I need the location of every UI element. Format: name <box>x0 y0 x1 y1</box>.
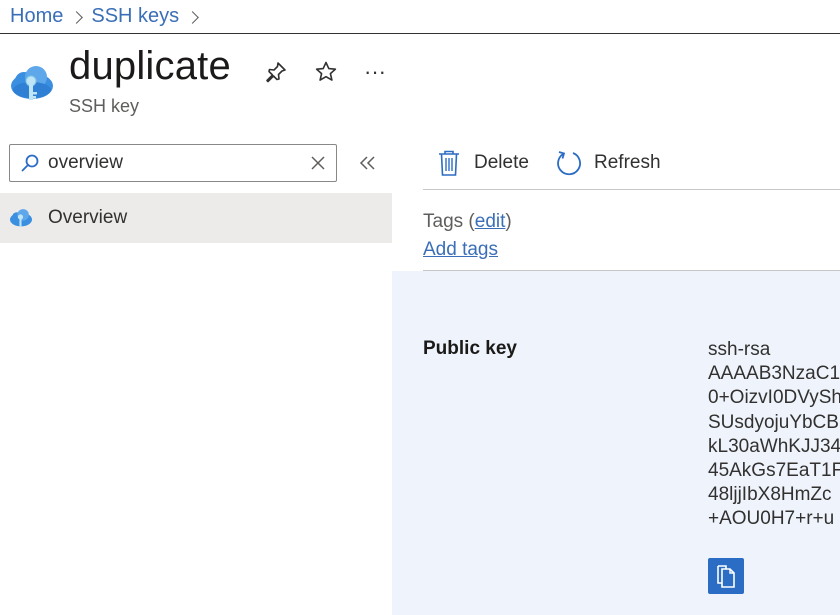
public-key-value: ssh-rsa AAAAB3NzaC1 0+OizvI0DVySh SUsdyo… <box>708 338 840 532</box>
breadcrumb-home-link[interactable]: Home <box>10 5 63 28</box>
close-icon[interactable] <box>309 154 327 172</box>
tags-label-close: ) <box>505 211 512 232</box>
public-key-line: 48ljjIbX8HmZc <box>708 484 832 506</box>
sidebar-item-overview[interactable]: Overview <box>0 193 392 243</box>
copy-public-key-button[interactable] <box>708 558 744 594</box>
copy-icon <box>717 565 735 588</box>
delete-label: Delete <box>474 152 529 173</box>
search-icon <box>21 154 39 172</box>
tags-label: Tags (edit) <box>423 211 512 233</box>
public-key-line: AAAAB3NzaC1 <box>708 363 840 385</box>
more-button[interactable]: ··· <box>360 57 390 87</box>
sidebar-item-label: Overview <box>48 207 128 228</box>
essentials-panel: Public key ssh-rsa AAAAB3NzaC1 0+OizvI0D… <box>392 271 840 615</box>
resource-menu-search <box>9 144 337 182</box>
public-key-line: SUsdyojuYbCB <box>708 411 839 433</box>
toolbar-divider <box>423 189 840 190</box>
public-key-line: kL30aWhKJJ34 <box>708 435 840 457</box>
favorite-button[interactable] <box>311 57 341 87</box>
star-icon <box>315 61 337 81</box>
page-title: duplicate <box>69 44 231 88</box>
ssh-key-cloud-icon <box>10 209 32 227</box>
public-key-line: ssh-rsa <box>708 339 771 360</box>
public-key-label: Public key <box>423 338 517 359</box>
tags-label-text: Tags ( <box>423 211 475 232</box>
trash-icon <box>439 150 459 176</box>
page-subtitle: SSH key <box>69 96 140 116</box>
public-key-line: 0+OizvI0DVySh <box>708 387 840 409</box>
refresh-button[interactable]: Refresh <box>554 146 661 180</box>
ssh-key-cloud-icon <box>11 66 53 100</box>
pin-button[interactable] <box>261 57 291 87</box>
search-input[interactable] <box>48 152 298 174</box>
breadcrumb-ssh-keys-link[interactable]: SSH keys <box>91 5 179 28</box>
chevron-right-icon <box>63 7 91 27</box>
edit-tags-link[interactable]: edit <box>475 211 506 232</box>
collapse-menu-icon[interactable] <box>355 150 381 176</box>
public-key-line: 45AkGs7EaT1F <box>708 460 840 482</box>
refresh-label: Refresh <box>594 152 661 173</box>
add-tags-link[interactable]: Add tags <box>423 239 498 261</box>
delete-button[interactable]: Delete <box>436 146 529 180</box>
public-key-line: +AOU0H7+r+u <box>708 508 835 530</box>
chevron-right-icon <box>179 7 207 27</box>
pin-icon <box>266 62 286 83</box>
breadcrumb: Home SSH keys <box>0 0 840 34</box>
more-icon: ··· <box>364 59 386 84</box>
refresh-icon <box>557 151 581 176</box>
